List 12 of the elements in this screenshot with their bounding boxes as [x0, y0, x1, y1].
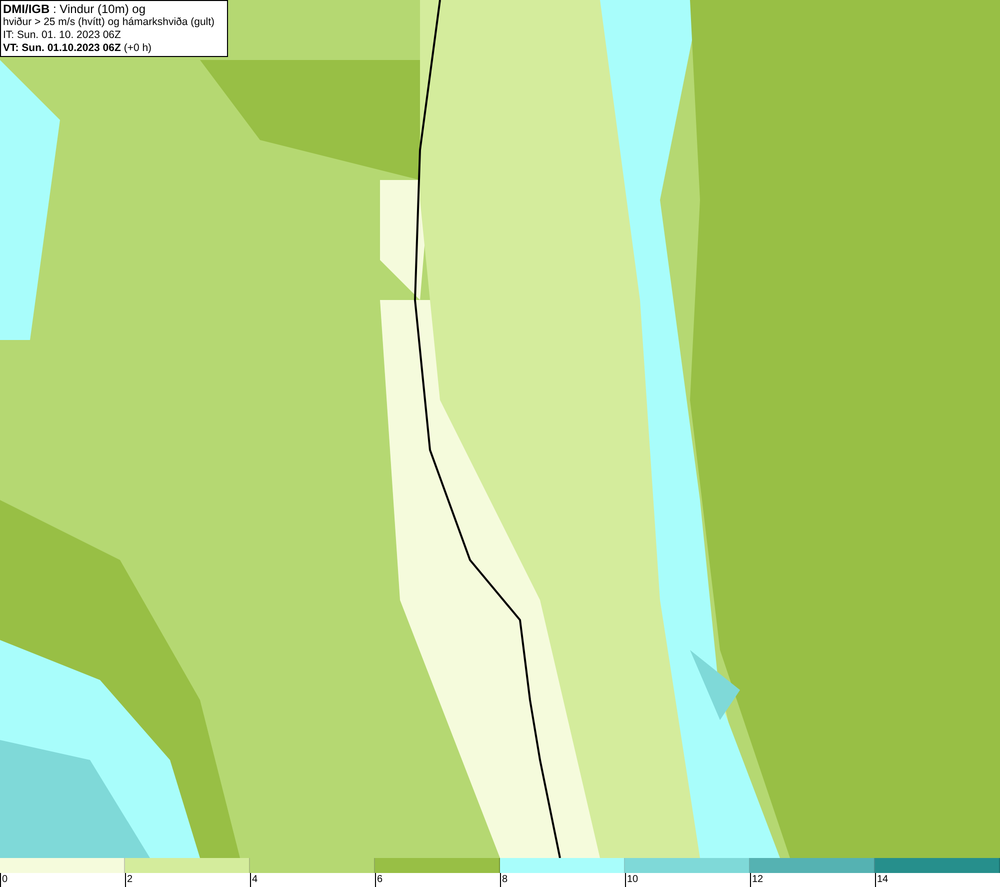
map-subtitle: IT: Sun. 01. 10. 2023 06Z	[3, 29, 122, 42]
legend-label: 4	[250, 873, 258, 887]
map-title: DMI/IGB : Vindur (10m) og	[3, 2, 146, 16]
legend-label: 2	[125, 873, 133, 887]
legend-label: 14	[875, 873, 888, 887]
legend-label: 6	[375, 873, 383, 887]
map-subtitle: VT: Sun. 01.10.2023 06Z (+0 h)	[3, 42, 153, 55]
legend-label: 10	[625, 873, 638, 887]
legend-label: 8	[500, 873, 508, 887]
map-subtitle: hviður > 25 m/s (hvítt) og hámarkshviða (gult)	[3, 16, 216, 29]
legend-label: 0	[0, 873, 8, 887]
legend-label: 12	[750, 873, 764, 887]
